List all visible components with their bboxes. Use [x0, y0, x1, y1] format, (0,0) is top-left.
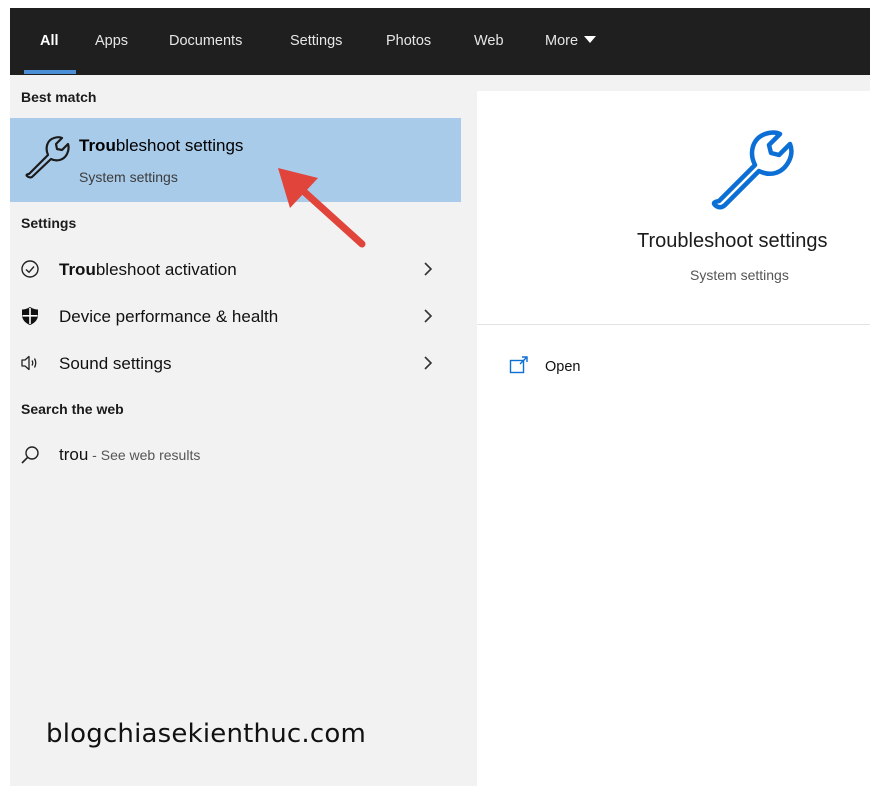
settings-item-device-performance[interactable]: Device performance & health: [10, 294, 461, 340]
caret-down-icon: [584, 36, 597, 43]
chevron-right-icon: [424, 262, 433, 276]
web-search-item[interactable]: trou - See web results: [10, 438, 461, 472]
preview-title: Troubleshoot settings: [637, 230, 828, 252]
best-match-header: Best match: [21, 89, 97, 105]
tab-more[interactable]: More: [545, 8, 597, 75]
chevron-right-icon: [424, 356, 433, 370]
chevron-right-icon: [424, 309, 433, 323]
active-tab-indicator: [24, 70, 76, 74]
settings-header: Settings: [21, 215, 77, 231]
settings-item-label: Troubleshoot activation: [59, 260, 237, 279]
settings-item-label: Device performance & health: [59, 307, 279, 326]
tab-documents[interactable]: Documents: [169, 8, 242, 75]
shield-icon: [22, 307, 38, 325]
search-web-header: Search the web: [21, 401, 124, 417]
wrench-icon: [711, 130, 794, 210]
best-match-subtitle: System settings: [79, 169, 178, 185]
open-label: Open: [545, 359, 581, 375]
tab-web[interactable]: Web: [474, 8, 504, 75]
tab-all[interactable]: All: [40, 8, 59, 75]
settings-item-label: Sound settings: [59, 354, 172, 373]
open-external-icon: [509, 356, 528, 374]
web-search-label: trou - See web results: [59, 445, 201, 464]
tab-photos[interactable]: Photos: [386, 8, 431, 75]
settings-item-sound[interactable]: Sound settings: [10, 341, 461, 387]
speaker-icon: [21, 355, 37, 371]
wrench-icon: [25, 136, 70, 179]
tab-apps[interactable]: Apps: [95, 8, 128, 75]
tab-more-label: More: [545, 33, 579, 49]
check-circle-icon: [21, 260, 39, 278]
preview-subtitle: System settings: [690, 267, 789, 283]
search-filter-bar: All Apps Documents Settings Photos Web M…: [10, 8, 870, 75]
divider: [477, 324, 870, 325]
tab-settings[interactable]: Settings: [290, 8, 342, 75]
best-match-item[interactable]: Troubleshoot settings System settings: [10, 118, 461, 202]
best-match-title: Troubleshoot settings: [79, 136, 244, 155]
search-window: All Apps Documents Settings Photos Web M…: [10, 8, 870, 786]
settings-item-troubleshoot-activation[interactable]: Troubleshoot activation: [10, 247, 461, 293]
preview-pane: Troubleshoot settings System settings Op…: [477, 91, 870, 786]
search-icon: [21, 446, 39, 464]
watermark-text: blogchiasekienthuc.com: [46, 719, 367, 749]
